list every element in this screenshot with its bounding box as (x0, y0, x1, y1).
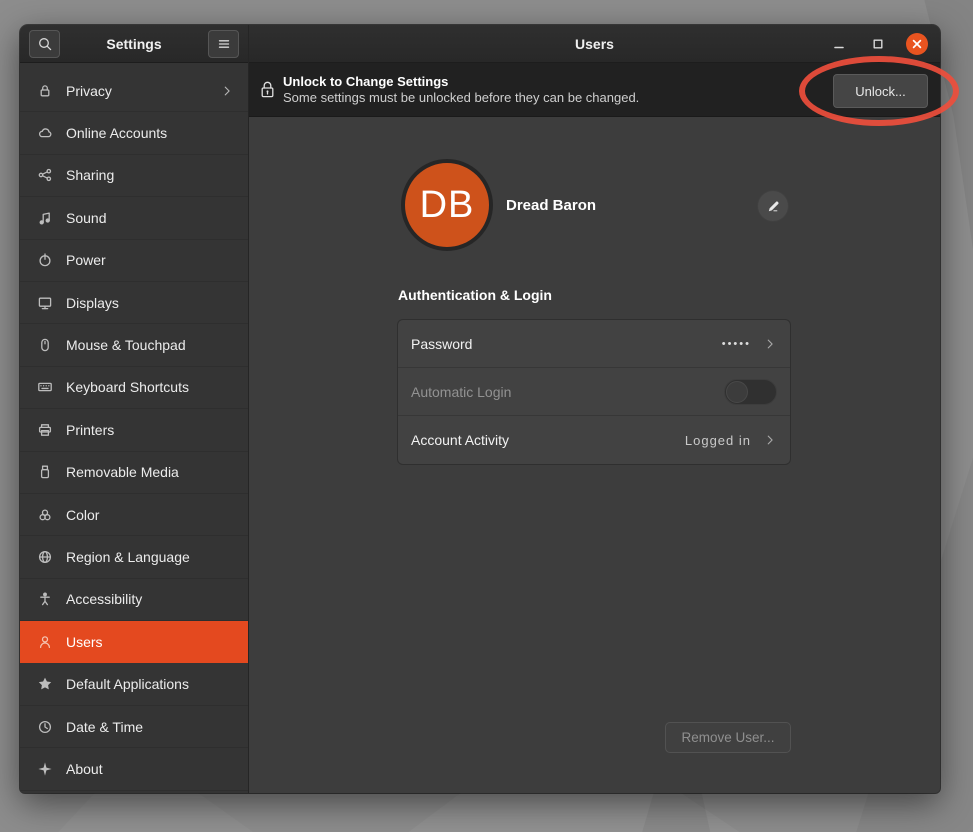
music-note-icon (36, 209, 54, 227)
toggle-knob (726, 381, 748, 403)
section-title: Authentication & Login (398, 287, 552, 303)
chevron-right-icon (763, 337, 777, 351)
sidebar-nav: Privacy Online Accounts Sharing Sound Power D… (20, 63, 248, 793)
password-label: Password (411, 336, 714, 352)
minimize-button[interactable] (828, 33, 850, 55)
sparkle-icon (36, 760, 54, 778)
unlock-button[interactable]: Unlock... (833, 74, 928, 108)
pencil-icon (766, 199, 781, 214)
sidebar-item-about[interactable]: About (20, 748, 248, 790)
sidebar-item-label: Default Applications (66, 676, 234, 692)
display-icon (36, 294, 54, 312)
sidebar-item-online-accounts[interactable]: Online Accounts (20, 112, 248, 154)
chevron-right-icon (220, 84, 234, 98)
unlock-banner-subtitle: Some settings must be unlocked before th… (283, 90, 639, 106)
sidebar-title: Settings (60, 36, 208, 52)
chevron-right-icon (763, 433, 777, 447)
minimize-icon (832, 37, 846, 51)
sidebar-item-label: Color (66, 507, 234, 523)
hamburger-menu-icon (216, 36, 232, 52)
sidebar-item-label: Displays (66, 295, 234, 311)
sidebar-item-region-language[interactable]: Region & Language (20, 536, 248, 578)
cloud-icon (36, 124, 54, 142)
sidebar-item-label: Power (66, 252, 234, 268)
edit-name-button[interactable] (757, 190, 789, 222)
globe-icon (36, 548, 54, 566)
sidebar: Settings Privacy Online Accounts Sharing So… (20, 25, 249, 793)
sidebar-item-sharing[interactable]: Sharing (20, 155, 248, 197)
sidebar-item-accessibility[interactable]: Accessibility (20, 579, 248, 621)
unlock-banner-text: Unlock to Change Settings Some settings … (283, 74, 639, 106)
users-content: DB Dread Baron Authentication & Login Pa… (249, 117, 940, 793)
window-controls (828, 25, 928, 63)
account-activity-label: Account Activity (411, 432, 677, 448)
lock-icon (36, 82, 54, 100)
color-profile-icon (36, 506, 54, 524)
sidebar-item-privacy[interactable]: Privacy (20, 70, 248, 112)
mouse-icon (36, 336, 54, 354)
account-activity-row[interactable]: Account Activity Logged in (398, 416, 790, 464)
sidebar-item-users[interactable]: Users (20, 621, 248, 663)
sidebar-item-power[interactable]: Power (20, 240, 248, 282)
sidebar-item-color[interactable]: Color (20, 494, 248, 536)
sidebar-item-label: Privacy (66, 83, 208, 99)
sidebar-item-label: Date & Time (66, 719, 234, 735)
printer-icon (36, 421, 54, 439)
maximize-icon (871, 37, 885, 51)
auth-login-list: Password ••••• Automatic Login Account A… (397, 319, 791, 465)
sidebar-item-mouse-touchpad[interactable]: Mouse & Touchpad (20, 324, 248, 366)
sidebar-item-label: Accessibility (66, 591, 234, 607)
search-button[interactable] (29, 30, 60, 58)
sidebar-item-keyboard-shortcuts[interactable]: Keyboard Shortcuts (20, 367, 248, 409)
star-icon (36, 675, 54, 693)
sidebar-item-label: Users (66, 634, 234, 650)
flash-drive-icon (36, 463, 54, 481)
close-button[interactable] (906, 33, 928, 55)
primary-menu-button[interactable] (208, 30, 239, 58)
lock-icon (259, 80, 276, 100)
automatic-login-toggle[interactable] (724, 379, 777, 405)
sidebar-item-label: Online Accounts (66, 125, 234, 141)
sidebar-item-date-time[interactable]: Date & Time (20, 706, 248, 748)
user-full-name: Dread Baron (506, 197, 596, 214)
search-icon (37, 36, 53, 52)
share-icon (36, 166, 54, 184)
sidebar-item-printers[interactable]: Printers (20, 409, 248, 451)
settings-window: Settings Privacy Online Accounts Sharing So… (20, 25, 940, 793)
main-panel: Users Unlock to Change Settings (249, 25, 940, 793)
sidebar-item-displays[interactable]: Displays (20, 282, 248, 324)
sidebar-item-label: Region & Language (66, 549, 234, 565)
desktop-background: Settings Privacy Online Accounts Sharing So… (0, 0, 973, 832)
sidebar-item-label: About (66, 761, 234, 777)
unlock-banner-title: Unlock to Change Settings (283, 74, 639, 90)
sidebar-item-label: Sharing (66, 167, 234, 183)
main-headerbar: Users (249, 25, 940, 63)
unlock-banner: Unlock to Change Settings Some settings … (249, 63, 940, 117)
password-row[interactable]: Password ••••• (398, 320, 790, 368)
users-icon (36, 633, 54, 651)
sidebar-item-label: Removable Media (66, 464, 234, 480)
accessibility-icon (36, 590, 54, 608)
account-activity-value: Logged in (685, 433, 751, 448)
maximize-button[interactable] (867, 33, 889, 55)
sidebar-item-removable-media[interactable]: Removable Media (20, 452, 248, 494)
power-icon (36, 251, 54, 269)
sidebar-item-label: Printers (66, 422, 234, 438)
password-value: ••••• (722, 338, 751, 350)
clock-icon (36, 718, 54, 736)
user-avatar[interactable]: DB (401, 159, 493, 251)
sidebar-header: Settings (20, 25, 248, 63)
sidebar-item-sound[interactable]: Sound (20, 197, 248, 239)
keyboard-icon (36, 378, 54, 396)
sidebar-item-label: Sound (66, 210, 234, 226)
automatic-login-row: Automatic Login (398, 368, 790, 416)
sidebar-item-label: Mouse & Touchpad (66, 337, 234, 353)
page-title: Users (575, 36, 614, 52)
sidebar-item-default-applications[interactable]: Default Applications (20, 663, 248, 705)
automatic-login-label: Automatic Login (411, 384, 716, 400)
close-icon (911, 38, 923, 50)
remove-user-button[interactable]: Remove User... (665, 722, 791, 753)
sidebar-item-label: Keyboard Shortcuts (66, 379, 234, 395)
